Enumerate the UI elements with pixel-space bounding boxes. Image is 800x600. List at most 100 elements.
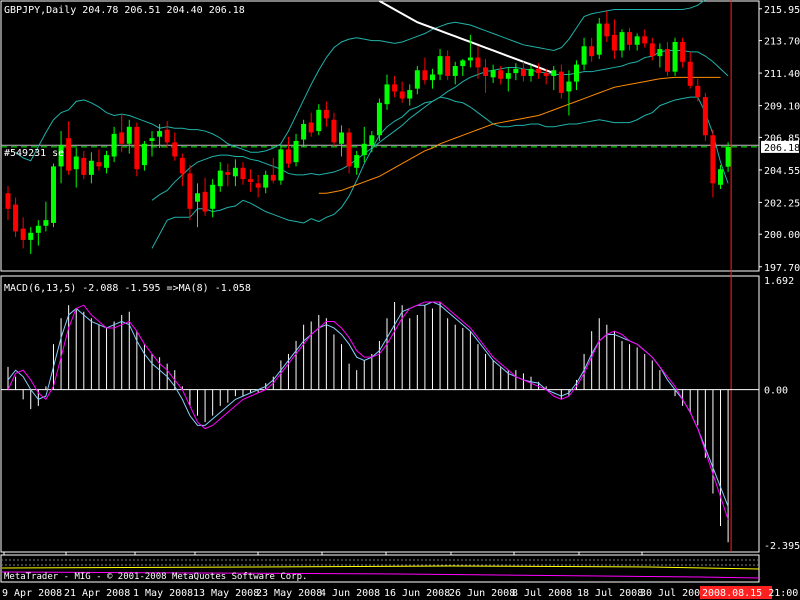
time-tick-label: 4 Jun 2008 — [320, 588, 380, 599]
price-tick-label: 211.40 — [764, 69, 800, 80]
candle-body — [339, 132, 345, 144]
chart-header: GBPJPY,Daily 204.78 206.51 204.40 206.18 — [4, 5, 245, 16]
candle-body — [725, 146, 731, 167]
candle-body — [361, 143, 367, 156]
candle-body — [331, 119, 337, 143]
candle-body — [460, 60, 466, 67]
candle-body — [467, 57, 473, 61]
candle-body — [634, 36, 640, 45]
candle-body — [81, 157, 87, 175]
candle-body — [195, 193, 200, 202]
candle-body — [141, 143, 147, 165]
candle-body — [263, 174, 269, 188]
candle-body — [5, 193, 11, 209]
candle-body — [73, 156, 79, 170]
candle-body — [452, 66, 458, 76]
price-tick-label: 215.95 — [764, 5, 800, 16]
candle — [702, 92, 708, 141]
candle-body — [672, 41, 678, 72]
candle-body — [248, 179, 254, 182]
time-tick-label: 13 May 2008 — [193, 588, 259, 599]
time-tick-label: 23 May 2008 — [256, 588, 322, 599]
candle-body — [695, 85, 701, 98]
candle-body — [422, 70, 428, 81]
candle-body — [255, 183, 261, 188]
time-tick-label: 18 Jul 2008 — [577, 588, 643, 599]
time-tick-label: 8 Jul 2008 — [512, 588, 572, 599]
candle-body — [392, 84, 398, 92]
candle-body — [543, 73, 549, 76]
candle-body — [308, 122, 314, 133]
candle-body — [702, 97, 708, 136]
candle-body — [649, 43, 655, 57]
candle-body — [20, 228, 26, 240]
candle-body — [301, 123, 307, 140]
candle-body — [157, 131, 163, 137]
price-tick-label: 204.55 — [764, 166, 800, 177]
price-tick-label: 209.10 — [764, 102, 800, 113]
time-tick-label: 16 Jun 2008 — [384, 588, 450, 599]
candle-body — [35, 225, 41, 233]
hline-label: #549231 se — [4, 148, 64, 159]
candle-body — [657, 49, 663, 57]
candle-body — [619, 32, 625, 51]
time-tick-label: 21 Apr 2008 — [64, 588, 130, 599]
cursor-date-label: 2008.08.15 21:00 — [702, 588, 798, 599]
candle-body — [611, 34, 617, 51]
candle-body — [498, 70, 504, 79]
candle-body — [437, 56, 443, 75]
price-tick-label: 213.70 — [764, 37, 800, 48]
candle-body — [202, 191, 208, 212]
candle-body — [475, 57, 481, 68]
candle-body — [399, 91, 405, 99]
candle — [134, 122, 140, 177]
time-tick-label: 30 Jul 2008 — [640, 588, 706, 599]
candle-body — [490, 70, 496, 78]
candle-body — [134, 126, 140, 170]
candle-body — [43, 220, 49, 226]
candle-body — [13, 204, 19, 232]
candle-body — [664, 49, 670, 72]
candle-body — [293, 140, 299, 163]
candle — [50, 163, 56, 228]
candle-body — [354, 155, 360, 168]
price-tick-label: 200.00 — [764, 230, 800, 241]
candle-body — [505, 73, 511, 79]
candle-body — [528, 68, 534, 76]
candle-body — [66, 138, 72, 171]
time-tick-label: 1 May 2008 — [133, 588, 193, 599]
candle-body — [414, 70, 420, 89]
candle-body — [88, 160, 94, 175]
trading-chart[interactable]: 215.95213.70211.40209.10206.85204.55202.… — [0, 0, 800, 600]
candle-body — [589, 46, 595, 57]
macd-tick-label: 0.00 — [764, 386, 788, 397]
current-price-label: 206.18 — [764, 143, 800, 154]
candle-body — [642, 36, 648, 44]
candle-body — [566, 81, 572, 92]
macd-tick-label: 1.692 — [764, 276, 794, 287]
candle-body — [574, 64, 579, 82]
candle-body — [429, 74, 435, 81]
candle-body — [346, 132, 352, 167]
time-tick-label: 26 Jun 2008 — [449, 588, 515, 599]
candle-body — [149, 138, 155, 141]
candle-body — [50, 166, 56, 223]
candle-body — [232, 167, 238, 177]
candle-body — [240, 167, 246, 180]
candle — [672, 37, 678, 76]
candle-body — [513, 68, 519, 74]
candle-body — [111, 133, 117, 157]
candle-body — [376, 102, 382, 136]
candle-body — [536, 68, 542, 74]
macd-header: MACD(6,13,5) -2.088 -1.595 =>MA(8) -1.05… — [4, 283, 251, 294]
price-tick-label: 197.70 — [764, 263, 800, 274]
candle-body — [96, 162, 102, 167]
price-tick-label: 202.25 — [764, 198, 800, 209]
candle-body — [596, 23, 602, 55]
candle — [278, 145, 284, 185]
candle-body — [710, 135, 716, 184]
candle-body — [581, 46, 587, 65]
candle-body — [718, 169, 724, 185]
candle — [376, 98, 382, 141]
candle-body — [384, 84, 390, 105]
